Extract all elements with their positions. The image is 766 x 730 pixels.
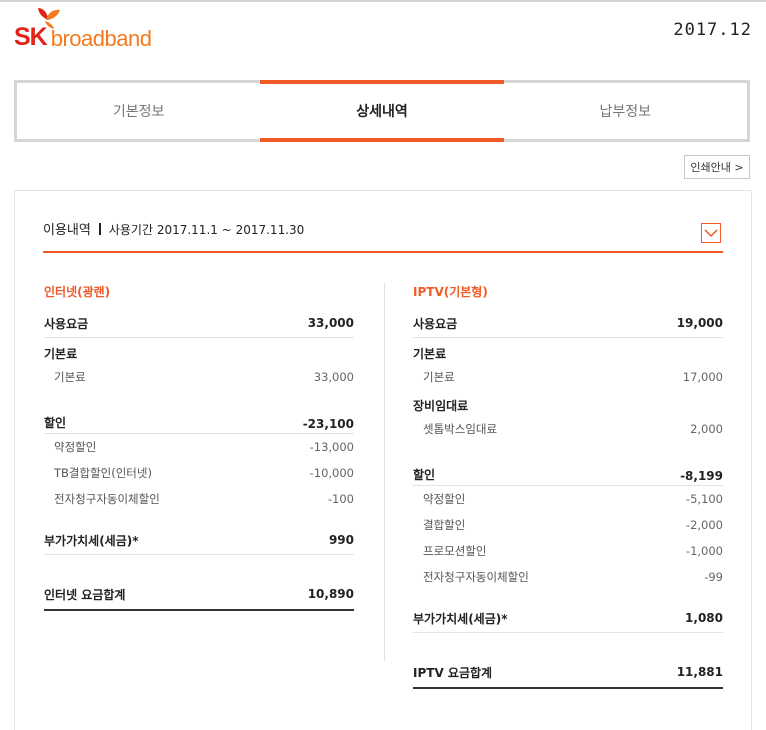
value: -23,100 [302,417,354,431]
internet-title: 인터넷(광랜) [44,285,111,299]
internet-discount-item: 전자청구자동이체할인 -100 [44,486,354,512]
value: -2,000 [685,518,723,532]
value: 2,000 [690,422,723,436]
label: 약정할인 [423,492,466,506]
internet-discount-item: TB결합할인(인터넷) -10,000 [44,460,354,486]
label: 셋톱박스임대료 [423,422,498,436]
label: 프로모션할인 [423,544,487,558]
title-separator [98,223,101,235]
usage-title: 이용내역 [43,223,91,238]
value: 990 [328,533,354,547]
label: 사용요금 [413,316,458,331]
internet-basic-category: 기본료 [44,338,354,364]
iptv-discount-item: 결합할인 -2,000 [413,512,723,538]
iptv-discount-item: 프로모션할인 -1,000 [413,538,723,564]
internet-discount-item: 약정할인 -13,000 [44,434,354,460]
value: 11,881 [676,665,723,679]
column-divider [384,283,385,661]
usage-period: 사용기간 2017.11.1 ~ 2017.11.30 [108,223,305,237]
tab-detail[interactable]: 상세내역 [260,80,504,142]
value: 33,000 [313,370,354,384]
value: -10,000 [309,466,354,480]
usage-header: 이용내역 사용기간 2017.11.1 ~ 2017.11.30 [43,219,304,238]
label: 기본료 [44,347,78,361]
internet-section: 인터넷(광랜) 사용요금 33,000 기본료 기본료 33,000 할인 -2… [44,283,354,611]
iptv-rental-category: 장비임대료 [413,390,723,416]
label: 전자청구자동이체할인 [54,492,160,506]
iptv-total-row: IPTV 요금합계 11,881 [413,657,723,689]
internet-basic-item: 기본료 33,000 [44,364,354,390]
label: 할인 [413,468,436,482]
value: -1,000 [685,544,723,558]
iptv-title: IPTV(기본형) [413,285,488,299]
logo-broadband-text: broadband [50,26,152,51]
value: -5,100 [685,492,723,506]
print-guide-button[interactable]: 인쇄안내 > [684,155,750,179]
label: 인터넷 요금합계 [44,587,126,602]
iptv-section: IPTV(기본형) 사용요금 19,000 기본료 기본료 17,000 장비임… [413,283,723,689]
iptv-basic-item: 기본료 17,000 [413,364,723,390]
tab-basic-info[interactable]: 기본정보 [17,83,260,139]
value: -8,199 [680,469,723,483]
label: 약정할인 [54,440,97,454]
bill-month: 2017.12 [673,20,752,40]
label: 결합할인 [423,518,466,532]
internet-total-row: 인터넷 요금합계 10,890 [44,579,354,611]
top-border [0,0,766,2]
label: 기본료 [54,370,86,384]
label: 기본료 [423,370,455,384]
value: 17,000 [682,370,723,384]
chevron-down-icon [704,228,718,237]
value: 1,080 [685,611,723,625]
usage-panel: 이용내역 사용기간 2017.11.1 ~ 2017.11.30 인터넷(광랜) … [14,190,752,730]
label: 전자청구자동이체할인 [423,570,529,584]
label: 부가가치세(세금)* [44,533,139,548]
value: 19,000 [676,316,723,330]
iptv-basic-category: 기본료 [413,338,723,364]
value: -99 [704,570,723,584]
label: 사용요금 [44,316,89,331]
bill-tabs: 기본정보 상세내역 납부정보 [14,80,750,142]
label: IPTV 요금합계 [413,665,493,680]
iptv-usage-fee-row: 사용요금 19,000 [413,309,723,338]
iptv-discount-category: 할인 -8,199 [413,456,723,486]
label: TB결합할인(인터넷) [54,466,152,480]
value: -13,000 [309,440,354,454]
iptv-rental-item: 셋톱박스임대료 2,000 [413,416,723,442]
label: 기본료 [413,347,447,361]
collapse-toggle[interactable] [701,223,721,243]
sk-butterfly-icon [38,8,60,29]
label: 부가가치세(세금)* [413,611,508,626]
internet-usage-fee-row: 사용요금 33,000 [44,309,354,338]
value: -100 [327,492,354,506]
label: 장비임대료 [413,399,469,413]
value: 33,000 [307,316,354,330]
internet-vat-row: 부가가치세(세금)* 990 [44,526,354,555]
iptv-vat-row: 부가가치세(세금)* 1,080 [413,604,723,633]
tab-payment-info[interactable]: 납부정보 [504,83,747,139]
label: 할인 [44,416,67,430]
internet-discount-category: 할인 -23,100 [44,404,354,434]
sk-broadband-logo[interactable]: SK broadband [14,6,152,51]
title-underline [43,251,723,253]
iptv-discount-item: 약정할인 -5,100 [413,486,723,512]
value: 10,890 [307,587,354,601]
iptv-discount-item: 전자청구자동이체할인 -99 [413,564,723,590]
